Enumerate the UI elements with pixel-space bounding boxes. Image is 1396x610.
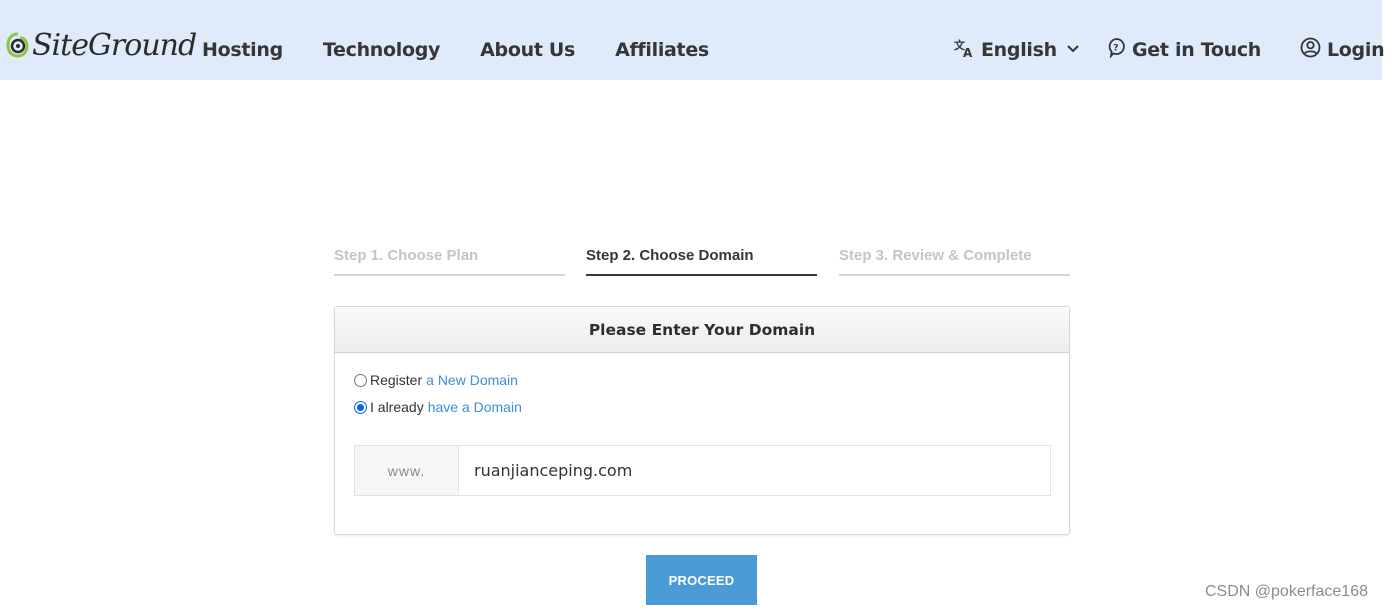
help-icon: ? bbox=[1107, 37, 1126, 63]
nav-affiliates[interactable]: Affiliates bbox=[615, 36, 709, 64]
step-choose-domain: Step 2. Choose Domain bbox=[586, 246, 817, 276]
existing-prefix-text: I already bbox=[370, 399, 424, 415]
checkout-steps: Step 1. Choose Plan Step 2. Choose Domai… bbox=[334, 246, 1070, 276]
logo-text: SiteGround bbox=[32, 28, 197, 63]
site-header: SiteGround Hosting Technology About Us A… bbox=[0, 0, 1385, 80]
user-icon bbox=[1300, 37, 1321, 63]
www-prefix: www. bbox=[355, 446, 459, 495]
register-new-domain-radio[interactable] bbox=[354, 373, 367, 387]
language-label: English bbox=[981, 39, 1057, 61]
domain-card: Please Enter Your Domain Register a New … bbox=[334, 306, 1070, 535]
nav-hosting[interactable]: Hosting bbox=[202, 36, 283, 64]
nav-about-us[interactable]: About Us bbox=[480, 36, 575, 64]
login-label: Login bbox=[1327, 39, 1385, 61]
register-prefix-text: Register bbox=[370, 372, 423, 388]
domain-card-title: Please Enter Your Domain bbox=[588, 320, 816, 339]
main-nav: Hosting Technology About Us Affiliates bbox=[202, 36, 749, 64]
step-review-complete: Step 3. Review & Complete bbox=[839, 246, 1070, 276]
translate-icon: 文 A bbox=[953, 37, 975, 64]
get-in-touch-link[interactable]: ? Get in Touch bbox=[1107, 36, 1261, 64]
get-in-touch-label: Get in Touch bbox=[1132, 39, 1262, 61]
new-domain-link[interactable]: a New Domain bbox=[426, 372, 518, 388]
csdn-watermark: CSDN @pokerface168 bbox=[1205, 583, 1368, 600]
have-domain-link[interactable]: have a Domain bbox=[428, 399, 522, 415]
svg-text:?: ? bbox=[1113, 44, 1118, 54]
step-choose-plan[interactable]: Step 1. Choose Plan bbox=[334, 246, 565, 276]
register-new-domain-option[interactable]: Register a New Domain bbox=[354, 371, 518, 389]
svg-text:A: A bbox=[963, 46, 973, 59]
domain-input[interactable] bbox=[459, 446, 1050, 495]
domain-card-header: Please Enter Your Domain bbox=[335, 307, 1069, 353]
login-link[interactable]: Login bbox=[1300, 36, 1385, 64]
siteground-logo-icon bbox=[6, 30, 30, 62]
domain-input-group: www. bbox=[354, 445, 1051, 496]
existing-domain-radio[interactable] bbox=[354, 400, 367, 414]
nav-technology[interactable]: Technology bbox=[323, 36, 441, 64]
existing-domain-option[interactable]: I already have a Domain bbox=[354, 398, 522, 416]
proceed-button[interactable]: PROCEED bbox=[646, 555, 757, 605]
chevron-down-icon bbox=[1066, 41, 1080, 59]
language-selector[interactable]: 文 A English bbox=[953, 36, 1080, 64]
siteground-logo[interactable]: SiteGround bbox=[6, 26, 197, 66]
